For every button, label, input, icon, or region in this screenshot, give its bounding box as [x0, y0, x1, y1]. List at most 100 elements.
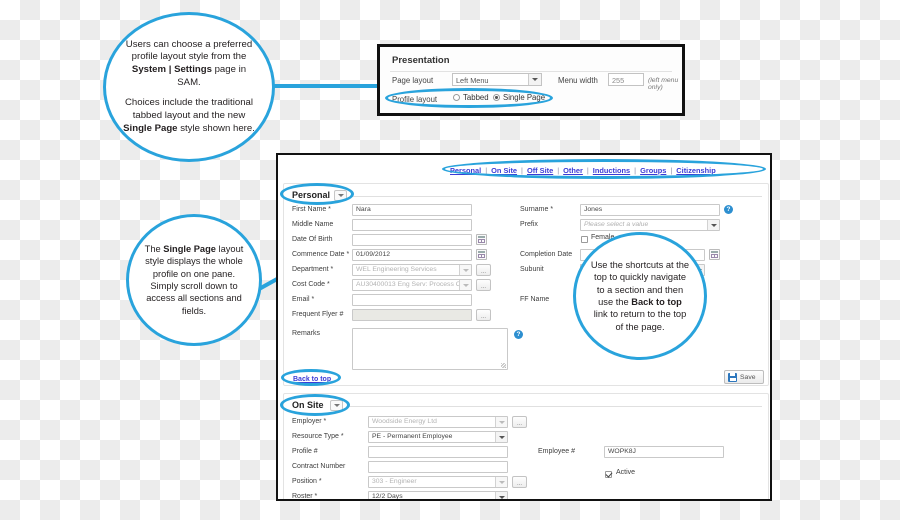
settings-callout-p2b: Single Page	[123, 122, 178, 134]
single-page-callout-p1b: Single Page	[163, 244, 216, 255]
profile-number-label: Profile #	[292, 448, 318, 455]
single-page-callout-p1c: layout style displays the whole profile …	[145, 244, 244, 316]
date-of-birth-input[interactable]	[352, 234, 472, 246]
cost-code-browse-button[interactable]: ...	[476, 279, 491, 291]
resource-type-value: PE - Permanent Employee	[372, 433, 453, 440]
employer-label: Employer *	[292, 418, 327, 425]
menu-width-label: Menu width	[558, 76, 598, 85]
female-checkbox[interactable]	[581, 236, 588, 243]
on-site-section-card: On Site Employer * Woodside Energy Ltd .…	[283, 393, 769, 500]
page-layout-value: Left Menu	[456, 76, 489, 85]
on-site-heading-rule	[348, 406, 762, 407]
menu-width-hint: (left menu only)	[648, 77, 679, 91]
settings-callout-p2a: Choices include the traditional tabbed l…	[125, 97, 253, 122]
date-of-birth-label: Date Of Birth	[292, 236, 333, 243]
prefix-select[interactable]: Please select a value	[580, 219, 720, 231]
help-icon[interactable]: ?	[724, 205, 733, 214]
prefix-label: Prefix	[520, 221, 538, 228]
subunit-label: Subunit	[520, 266, 544, 273]
active-checkbox[interactable]	[605, 471, 612, 478]
save-button[interactable]: Save	[724, 370, 764, 384]
frequent-flyer-label: Frequent Flyer #	[292, 311, 344, 318]
connector-settings-to-presentation	[271, 84, 389, 88]
resource-type-label: Resource Type *	[292, 433, 344, 440]
ff-name-label: FF Name	[520, 296, 550, 303]
cost-code-select[interactable]: AU30400013 Eng Serv: Process Controls	[352, 279, 472, 291]
shortcuts-callout-paragraph: Use the shortcuts at the top to quickly …	[590, 259, 690, 333]
chevron-down-icon	[495, 432, 507, 442]
employer-select[interactable]: Woodside Energy Ltd	[368, 416, 508, 428]
employer-value: Woodside Energy Ltd	[372, 418, 437, 425]
frequent-flyer-browse-button[interactable]: ...	[476, 309, 491, 321]
presentation-title: Presentation	[392, 55, 450, 66]
department-label: Department *	[292, 266, 334, 273]
chevron-down-icon	[495, 417, 507, 427]
cost-code-value: AU30400013 Eng Serv: Process Controls	[356, 281, 472, 288]
settings-callout-paragraph-1: Users can choose a preferred profile lay…	[120, 39, 258, 90]
surname-label: Surname *	[520, 206, 554, 213]
chevron-down-icon	[528, 74, 541, 85]
chevron-down-icon	[707, 220, 719, 230]
middle-name-input[interactable]	[352, 219, 472, 231]
save-icon	[728, 372, 737, 382]
department-value: WEL Engineering Services	[356, 266, 437, 273]
middle-name-label: Middle Name	[292, 221, 334, 228]
roster-value: 12/2 Days	[372, 493, 403, 500]
department-browse-button[interactable]: ...	[476, 264, 491, 276]
settings-callout-bubble: Users can choose a preferred profile lay…	[103, 12, 275, 162]
settings-callout-paragraph-2: Choices include the traditional tabbed l…	[120, 97, 258, 135]
position-value: 303 - Engineer	[372, 478, 417, 485]
frequent-flyer-input	[352, 309, 472, 321]
personal-heading-rule	[352, 196, 762, 197]
personal-heading-highlight-ellipse	[280, 183, 354, 205]
contract-number-input[interactable]	[368, 461, 508, 473]
single-page-callout-bubble: The Single Page layout style displays th…	[126, 214, 262, 346]
presentation-divider	[390, 71, 672, 72]
cost-code-label: Cost Code *	[292, 281, 330, 288]
save-label: Save	[740, 373, 756, 381]
remarks-label: Remarks	[292, 330, 321, 337]
commence-date-label: Commence Date *	[292, 251, 350, 258]
prefix-placeholder: Please select a value	[584, 221, 649, 228]
shortcuts-callout-bubble: Use the shortcuts at the top to quickly …	[573, 232, 707, 360]
email-input[interactable]	[352, 294, 472, 306]
position-browse-button[interactable]: ...	[512, 476, 527, 488]
calendar-icon[interactable]	[709, 249, 720, 260]
first-name-label: First Name *	[292, 206, 331, 213]
chevron-down-icon	[459, 280, 471, 290]
chevron-down-icon	[459, 265, 471, 275]
commence-date-input[interactable]: 01/09/2012	[352, 249, 472, 261]
help-icon[interactable]: ?	[514, 330, 523, 339]
first-name-input[interactable]: Nara	[352, 204, 472, 216]
roster-label: Roster *	[292, 493, 318, 500]
calendar-icon[interactable]	[476, 249, 487, 260]
page-layout-label: Page layout	[392, 76, 434, 85]
employer-browse-button[interactable]: ...	[512, 416, 527, 428]
profile-layout-highlight-ellipse	[385, 88, 553, 108]
chevron-down-icon	[495, 492, 507, 499]
on-site-heading-highlight-ellipse	[280, 394, 350, 416]
back-to-top-highlight-ellipse	[281, 369, 341, 386]
single-page-callout-p1a: The	[144, 244, 164, 255]
calendar-icon[interactable]	[476, 234, 487, 245]
position-select[interactable]: 303 - Engineer	[368, 476, 508, 488]
menu-width-input[interactable]: 255	[608, 73, 644, 86]
settings-callout-p1b: System | Settings	[131, 63, 212, 75]
active-label: Active	[616, 469, 636, 476]
employee-number-label: Employee #	[538, 448, 575, 455]
roster-select[interactable]: 12/2 Days	[368, 491, 508, 500]
profile-number-input[interactable]	[368, 446, 508, 458]
employee-number-input[interactable]: WOPK8J	[604, 446, 724, 458]
department-select[interactable]: WEL Engineering Services	[352, 264, 472, 276]
remarks-textarea[interactable]	[352, 328, 508, 370]
shortcuts-callout-p1c: link to return to the top of the page.	[593, 309, 687, 332]
shortcuts-highlight-ellipse	[442, 159, 766, 179]
shortcuts-callout-p1b: Back to top	[631, 297, 682, 307]
surname-input[interactable]: Jones	[580, 204, 720, 216]
page-layout-select[interactable]: Left Menu	[452, 73, 542, 86]
chevron-down-icon	[495, 477, 507, 487]
resource-type-select[interactable]: PE - Permanent Employee	[368, 431, 508, 443]
contract-number-label: Contract Number	[292, 463, 346, 470]
settings-callout-p2c: style shown here.	[177, 122, 255, 134]
presentation-settings-window: Presentation Page layout Left Menu Menu …	[377, 44, 685, 116]
